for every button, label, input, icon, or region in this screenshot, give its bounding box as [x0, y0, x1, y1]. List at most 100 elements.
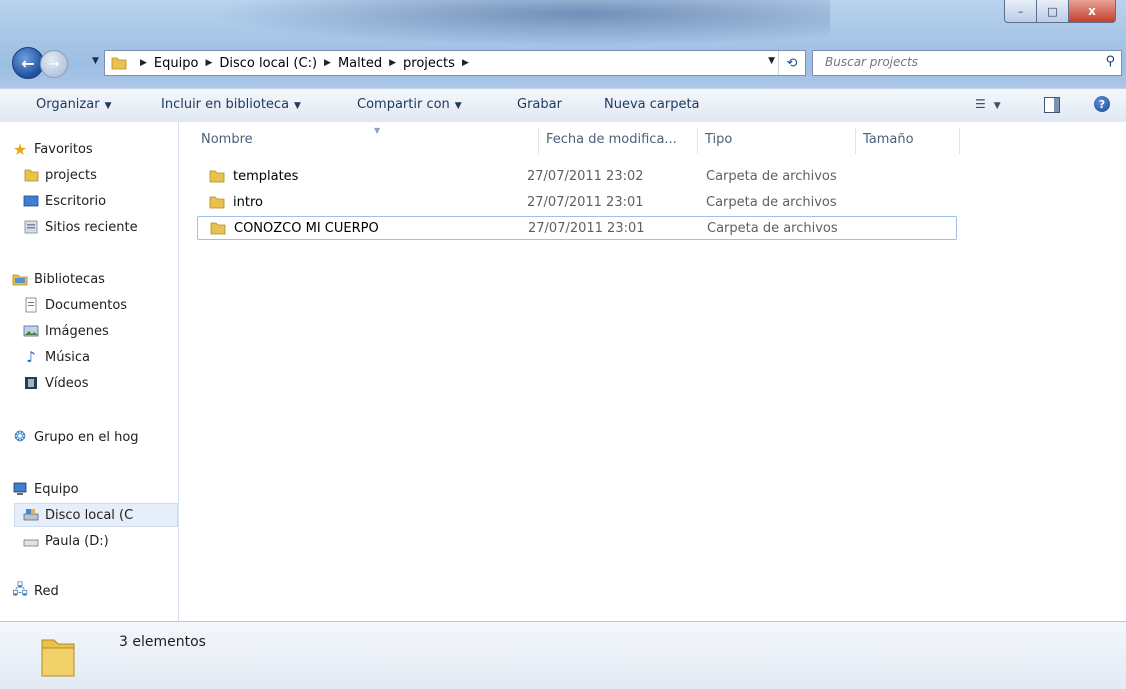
help-button[interactable]: ?: [1094, 96, 1110, 112]
star-icon: ★: [12, 139, 28, 159]
column-divider[interactable]: [697, 128, 698, 154]
sort-ascending-icon: ▼: [374, 126, 381, 135]
refresh-button[interactable]: ⟲: [778, 51, 805, 75]
search-box[interactable]: ⚲: [812, 50, 1122, 76]
nav-item-label: Disco local (C: [45, 507, 134, 523]
nav-homegroup-label: Grupo en el hog: [34, 429, 139, 445]
refresh-icon: ⟲: [786, 55, 798, 71]
desktop-icon: [23, 195, 39, 207]
column-header-type[interactable]: Tipo: [705, 132, 732, 147]
table-row[interactable]: templates 27/07/2011 23:02 Carpeta de ar…: [197, 165, 955, 187]
table-row[interactable]: intro 27/07/2011 23:01 Carpeta de archiv…: [197, 191, 955, 213]
chevron-down-icon: ▼: [454, 101, 462, 111]
nav-libraries-label: Bibliotecas: [34, 271, 105, 287]
address-bar[interactable]: ▶ Equipo ▶ Disco local (C:) ▶ Malted ▶ p…: [104, 50, 806, 76]
nav-favorites-label: Favoritos: [34, 141, 93, 157]
file-name-cell: templates: [209, 169, 298, 184]
change-view-button[interactable]: ☰ ▼: [975, 97, 1001, 111]
folder-icon: [24, 169, 39, 182]
file-type: Carpeta de archivos: [706, 168, 837, 184]
nav-item-documents[interactable]: Documentos: [23, 294, 127, 316]
preview-pane-button[interactable]: [1044, 97, 1060, 113]
nav-item-recent-places[interactable]: Sitios reciente: [23, 216, 138, 238]
nav-item-projects[interactable]: projects: [23, 164, 97, 186]
folder-icon: [210, 222, 226, 235]
file-date: 27/07/2011 23:01: [528, 220, 645, 236]
nav-item-videos[interactable]: Vídeos: [23, 372, 88, 394]
table-row[interactable]: CONOZCO MI CUERPO 27/07/2011 23:01 Carpe…: [197, 216, 957, 240]
film-icon: [25, 377, 37, 389]
drive-icon: [23, 509, 39, 521]
nav-item-pictures[interactable]: Imágenes: [23, 320, 109, 342]
search-input[interactable]: [823, 54, 1097, 70]
breadcrumb-separator-icon[interactable]: ▶: [389, 58, 396, 68]
library-icon: [12, 274, 28, 286]
breadcrumb-separator-icon[interactable]: ▶: [462, 58, 469, 68]
command-bar: Organizar ▼ Incluir en biblioteca ▼ Compar…: [0, 88, 1126, 123]
breadcrumb-equipo[interactable]: Equipo: [154, 56, 199, 71]
file-date: 27/07/2011 23:01: [527, 194, 644, 210]
nav-libraries[interactable]: Bibliotecas: [12, 268, 105, 290]
nav-item-desktop[interactable]: Escritorio: [23, 190, 106, 212]
nav-item-local-disk[interactable]: Disco local (C: [14, 503, 178, 527]
include-in-library-button[interactable]: Incluir en biblioteca ▼: [161, 97, 301, 112]
file-name-cell: intro: [209, 195, 263, 210]
share-with-button[interactable]: Compartir con ▼: [357, 97, 462, 112]
nav-homegroup[interactable]: ❂ Grupo en el hog: [12, 426, 139, 448]
column-divider[interactable]: [959, 128, 960, 154]
breadcrumb-disco-local[interactable]: Disco local (C:): [219, 56, 317, 71]
address-history-dropdown[interactable]: ▼: [768, 56, 775, 66]
maximize-button[interactable]: □: [1036, 0, 1069, 23]
burn-button[interactable]: Grabar: [517, 97, 562, 112]
chevron-down-icon: ▼: [104, 101, 112, 111]
network-icon: 🖧: [12, 582, 28, 598]
details-pane: 3 elementos: [0, 621, 1126, 689]
breadcrumb-malted[interactable]: Malted: [338, 56, 382, 71]
file-name: intro: [233, 194, 263, 210]
column-divider[interactable]: [855, 128, 856, 154]
column-divider[interactable]: [538, 128, 539, 154]
nav-item-drive-d[interactable]: Paula (D:): [23, 530, 109, 552]
new-folder-button[interactable]: Nueva carpeta: [604, 97, 700, 112]
file-type: Carpeta de archivos: [706, 194, 837, 210]
file-list: ▼ Nombre Fecha de modifica... Tipo Tamañ…: [179, 122, 1126, 621]
nav-computer[interactable]: Equipo: [12, 478, 79, 500]
file-name: templates: [233, 168, 299, 184]
recent-pages-dropdown[interactable]: ▼: [92, 56, 99, 66]
organize-label: Organizar: [36, 97, 100, 112]
drive-icon: [23, 539, 39, 547]
breadcrumb-projects[interactable]: projects: [403, 56, 455, 71]
nav-network-label: Red: [34, 583, 59, 599]
title-glass-glow: [210, 0, 830, 46]
column-header-date[interactable]: Fecha de modifica...: [546, 132, 677, 147]
homegroup-icon: ❂: [14, 429, 26, 445]
breadcrumb-separator-icon[interactable]: ▶: [324, 58, 331, 68]
nav-network[interactable]: 🖧 Red: [12, 580, 59, 602]
breadcrumb-separator-icon[interactable]: ▶: [140, 58, 147, 68]
forward-button[interactable]: →: [40, 50, 68, 78]
window-controls: – □ x: [1004, 0, 1116, 24]
column-header-size[interactable]: Tamaño: [863, 132, 914, 147]
column-header-name[interactable]: Nombre: [201, 132, 253, 147]
computer-icon: [13, 482, 27, 495]
nav-favorites[interactable]: ★ Favoritos: [12, 138, 93, 160]
nav-item-label: Vídeos: [45, 375, 89, 391]
share-label: Compartir con: [357, 97, 450, 112]
organize-button[interactable]: Organizar ▼: [36, 97, 111, 112]
recent-places-icon: [24, 220, 38, 234]
minimize-button[interactable]: –: [1004, 0, 1037, 23]
item-count: 3 elementos: [119, 634, 206, 650]
close-button[interactable]: x: [1068, 0, 1116, 23]
search-icon[interactable]: ⚲: [1105, 54, 1115, 69]
view-list-icon: ☰: [975, 97, 986, 111]
file-type: Carpeta de archivos: [707, 220, 838, 236]
file-name-cell: CONOZCO MI CUERPO: [210, 221, 379, 236]
nav-item-label: projects: [45, 167, 97, 183]
nav-item-music[interactable]: ♪ Música: [23, 346, 90, 368]
folder-icon: [209, 170, 225, 183]
include-label: Incluir en biblioteca: [161, 97, 290, 112]
folder-icon: [41, 639, 75, 677]
back-arrow-icon: ←: [21, 53, 35, 73]
nav-item-label: Documentos: [45, 297, 128, 313]
breadcrumb-separator-icon[interactable]: ▶: [205, 58, 212, 68]
